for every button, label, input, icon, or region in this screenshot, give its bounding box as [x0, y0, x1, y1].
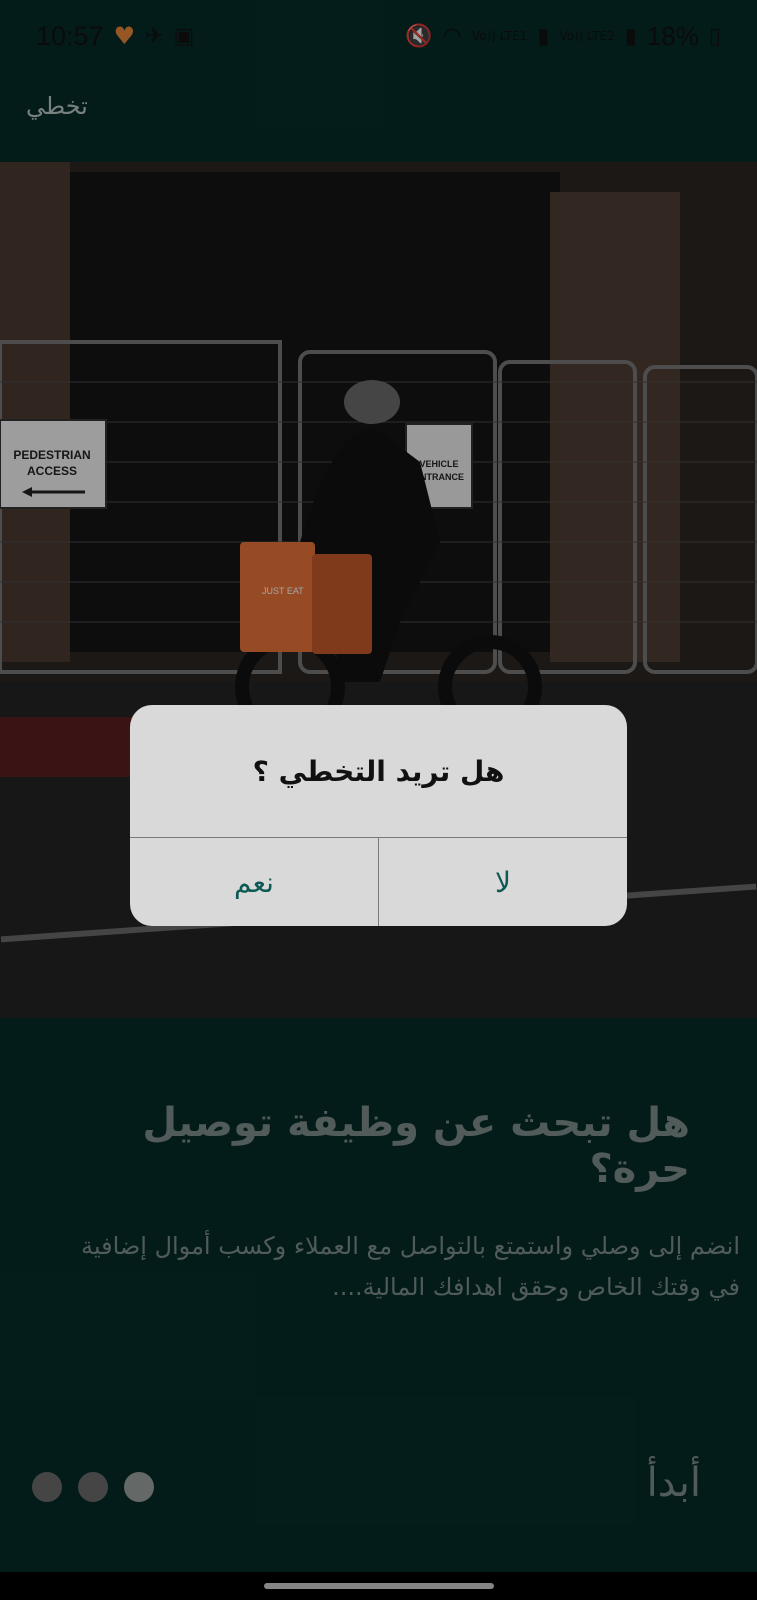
signal-icon: ▮: [537, 23, 550, 49]
lte2-label: Vo)) LTE2: [559, 29, 615, 43]
start-button[interactable]: أبدأ: [647, 1460, 701, 1506]
top-bar: تخطي: [0, 72, 757, 162]
yes-button[interactable]: نعم: [130, 838, 378, 926]
lte1-label: Vo)) LTE1: [471, 29, 528, 43]
onboarding-description: انضم إلى وصلي واستمتع بالتواصل مع العملا…: [81, 1232, 740, 1301]
pedestrian-sign: PEDESTRIAN: [13, 448, 90, 462]
telegram-icon: ✈: [145, 23, 164, 49]
status-time: 10:57: [36, 20, 104, 51]
home-indicator[interactable]: [264, 1583, 494, 1589]
heart-icon: ♥: [113, 22, 136, 50]
no-button[interactable]: لا: [379, 838, 627, 926]
bag-text: JUST EAT: [262, 586, 304, 596]
page-dot-2[interactable]: [78, 1472, 108, 1502]
page-dot-1[interactable]: [32, 1472, 62, 1502]
vehicle-sign: VEHICLE: [419, 459, 458, 469]
status-bar: 10:57 ♥ ✈ ▣ 🔇 ◠ Vo)) LTE1 ▮ Vo)) LTE2 ▮ …: [0, 0, 757, 72]
signal-icon: ▮: [624, 23, 637, 49]
page-dot-3[interactable]: [124, 1472, 154, 1502]
svg-text:ACCESS: ACCESS: [27, 464, 77, 478]
onboarding-headline: هل تبحث عن وظيفة توصيل حرة؟: [142, 1100, 690, 1192]
gallery-icon: ▣: [173, 23, 195, 49]
status-left: 10:57 ♥ ✈ ▣: [36, 21, 194, 52]
mute-icon: 🔇: [405, 23, 433, 49]
page-indicator: [32, 1472, 154, 1502]
skip-button[interactable]: تخطي: [26, 92, 88, 120]
status-right: 🔇 ◠ Vo)) LTE1 ▮ Vo)) LTE2 ▮ 18% ▯: [405, 21, 721, 52]
wifi-icon: ◠: [442, 23, 462, 49]
dialog-title: هل تريد التخطي ؟: [252, 754, 505, 788]
battery-percent: 18%: [646, 20, 699, 51]
skip-confirm-dialog: هل تريد التخطي ؟ نعم لا: [130, 705, 627, 926]
battery-icon: ▯: [708, 23, 721, 49]
